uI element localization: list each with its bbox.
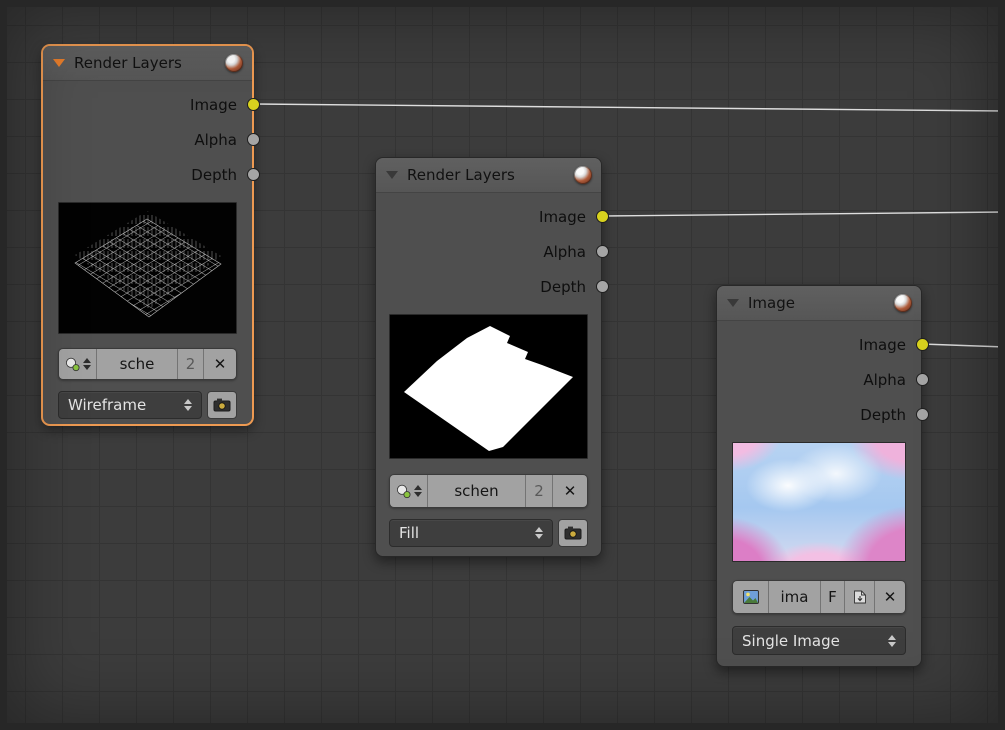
node-title: Image xyxy=(748,294,795,312)
image-source-value: Single Image xyxy=(742,631,840,650)
node-title: Render Layers xyxy=(74,54,182,72)
depth-output-socket[interactable] xyxy=(247,168,260,181)
output-sockets: Image Alpha Depth xyxy=(43,81,260,192)
alpha-output-socket[interactable] xyxy=(596,245,609,258)
output-row-depth: Depth xyxy=(376,269,609,304)
scene-name-field[interactable]: sche xyxy=(97,349,178,379)
image-source-row: Single Image xyxy=(732,626,906,655)
node-title: Render Layers xyxy=(407,166,515,184)
image-output-socket[interactable] xyxy=(916,338,929,351)
wireframe-render-preview xyxy=(58,202,237,334)
wire-render-layers-2-image xyxy=(601,211,1005,217)
browse-scene-button[interactable] xyxy=(59,349,97,379)
browse-arrows-icon xyxy=(413,485,422,497)
output-row-image: Image xyxy=(717,327,929,362)
camera-icon xyxy=(564,526,582,540)
scene-user-count[interactable]: 2 xyxy=(178,349,204,379)
output-row-alpha: Alpha xyxy=(717,362,929,397)
browse-arrows-icon xyxy=(82,358,91,370)
select-arrows-icon xyxy=(888,634,896,647)
socket-label-depth: Depth xyxy=(860,405,906,424)
render-layer-select[interactable]: Fill xyxy=(389,519,553,547)
camera-icon xyxy=(213,398,231,412)
node-editor-canvas[interactable]: Render Layers Image Alpha Depth sche 2 ✕… xyxy=(0,0,1005,730)
render-layer-value: Fill xyxy=(399,524,420,542)
select-arrows-icon xyxy=(535,527,543,539)
output-row-depth: Depth xyxy=(43,157,260,192)
material-ball-icon xyxy=(894,294,912,312)
material-ball-icon xyxy=(225,54,243,72)
browse-scene-icon xyxy=(396,484,410,498)
alpha-output-socket[interactable] xyxy=(916,373,929,386)
image-source-select[interactable]: Single Image xyxy=(732,626,906,655)
node-render-layers-2[interactable]: Render Layers Image Alpha Depth schen 2 … xyxy=(375,157,609,557)
scene-id-selector: sche 2 ✕ xyxy=(58,348,237,380)
output-sockets: Image Alpha Depth xyxy=(717,321,929,432)
node-header[interactable]: Image xyxy=(717,286,921,321)
image-output-socket[interactable] xyxy=(596,210,609,223)
scene-name-field[interactable]: schen xyxy=(428,475,526,507)
scene-user-count[interactable]: 2 xyxy=(526,475,553,507)
alpha-output-socket[interactable] xyxy=(247,133,260,146)
output-row-image: Image xyxy=(43,87,260,122)
browse-scene-button[interactable] xyxy=(390,475,428,507)
pack-image-button[interactable] xyxy=(845,581,875,613)
browse-scene-icon xyxy=(65,357,79,371)
output-row-depth: Depth xyxy=(717,397,929,432)
socket-label-image: Image xyxy=(190,95,237,114)
node-render-layers-1[interactable]: Render Layers Image Alpha Depth sche 2 ✕… xyxy=(42,45,260,425)
material-ball-icon xyxy=(574,166,592,184)
collapse-triangle-icon[interactable] xyxy=(727,299,739,307)
image-output-socket[interactable] xyxy=(247,98,260,111)
socket-label-image: Image xyxy=(539,207,586,226)
fill-render-preview xyxy=(389,314,588,459)
socket-label-alpha: Alpha xyxy=(194,130,237,149)
output-row-alpha: Alpha xyxy=(376,234,609,269)
fake-user-button[interactable]: F xyxy=(821,581,845,613)
unlink-scene-button[interactable]: ✕ xyxy=(204,349,236,379)
render-layer-select[interactable]: Wireframe xyxy=(58,391,202,419)
collapse-triangle-icon[interactable] xyxy=(53,59,65,67)
image-id-selector: ima F ✕ xyxy=(732,580,906,614)
socket-label-depth: Depth xyxy=(191,165,237,184)
rerender-camera-button[interactable] xyxy=(207,391,237,419)
image-name-field[interactable]: ima xyxy=(769,581,821,613)
image-icon xyxy=(742,590,759,604)
rerender-camera-button[interactable] xyxy=(558,519,588,547)
render-layer-value: Wireframe xyxy=(68,396,147,414)
render-layer-row: Fill xyxy=(389,519,588,547)
node-header[interactable]: Render Layers xyxy=(43,46,252,81)
unlink-scene-button[interactable]: ✕ xyxy=(553,475,587,507)
pack-icon xyxy=(853,590,866,604)
depth-output-socket[interactable] xyxy=(596,280,609,293)
depth-output-socket[interactable] xyxy=(916,408,929,421)
socket-label-alpha: Alpha xyxy=(863,370,906,389)
browse-image-button[interactable] xyxy=(733,581,769,613)
socket-label-image: Image xyxy=(859,335,906,354)
image-preview xyxy=(732,442,906,562)
render-layer-row: Wireframe xyxy=(58,391,237,419)
socket-label-alpha: Alpha xyxy=(543,242,586,261)
node-image[interactable]: Image Image Alpha Depth ima F ✕ Single I… xyxy=(716,285,929,667)
wire-image-node-image xyxy=(921,343,1005,348)
output-sockets: Image Alpha Depth xyxy=(376,193,609,304)
socket-label-depth: Depth xyxy=(540,277,586,296)
wire-render-layers-1-image xyxy=(252,103,1005,112)
select-arrows-icon xyxy=(184,399,192,411)
unlink-image-button[interactable]: ✕ xyxy=(875,581,905,613)
output-row-alpha: Alpha xyxy=(43,122,260,157)
output-row-image: Image xyxy=(376,199,609,234)
node-header[interactable]: Render Layers xyxy=(376,158,601,193)
scene-id-selector: schen 2 ✕ xyxy=(389,474,588,508)
collapse-triangle-icon[interactable] xyxy=(386,171,398,179)
